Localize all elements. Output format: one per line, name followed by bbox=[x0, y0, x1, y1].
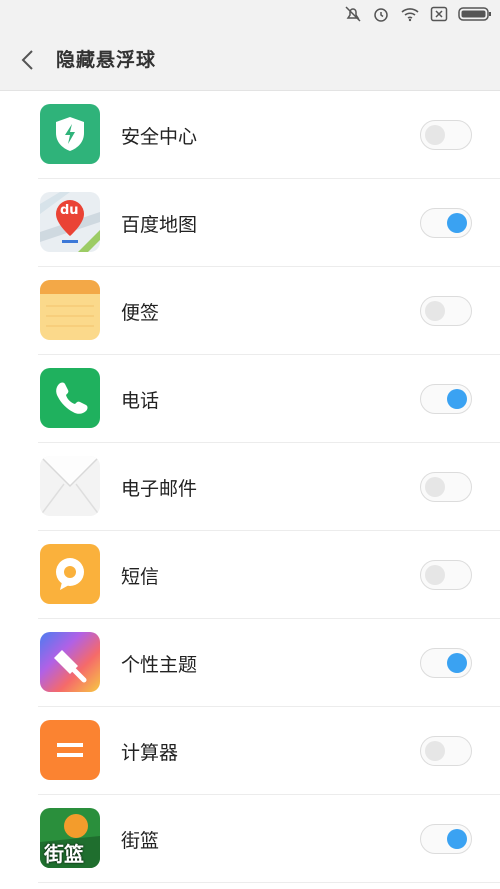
no-sim-icon bbox=[430, 6, 448, 22]
app-name: 安全中心 bbox=[121, 126, 198, 148]
toggle-switch[interactable] bbox=[420, 120, 472, 150]
app-name: 电话 bbox=[121, 390, 160, 412]
status-bar bbox=[0, 0, 500, 28]
list-item-notes: 便签 bbox=[0, 267, 500, 355]
battery-icon bbox=[458, 6, 492, 22]
alarm-icon bbox=[372, 5, 390, 23]
wifi-icon bbox=[400, 6, 420, 22]
status-icons bbox=[344, 4, 492, 24]
security-center-icon bbox=[40, 104, 100, 164]
calculator-icon bbox=[40, 720, 100, 780]
app-list: 安全中心 du 百度地图 便签 电话 电子邮件 短信 个性主题 计算器 街篮 街… bbox=[0, 91, 500, 883]
toggle-switch[interactable] bbox=[420, 296, 472, 326]
list-item-street-basketball: 街篮 街篮 bbox=[0, 795, 500, 883]
game-logo-text: 街篮 bbox=[44, 842, 84, 866]
toggle-switch[interactable] bbox=[420, 648, 472, 678]
list-item-security-center: 安全中心 bbox=[0, 91, 500, 179]
notes-icon bbox=[40, 280, 100, 340]
app-name: 短信 bbox=[121, 566, 160, 588]
toggle-switch[interactable] bbox=[420, 736, 472, 766]
toggle-switch[interactable] bbox=[420, 208, 472, 238]
baidu-map-icon: du bbox=[40, 192, 100, 252]
toggle-switch[interactable] bbox=[420, 384, 472, 414]
header: 隐藏悬浮球 bbox=[0, 28, 500, 91]
app-name: 个性主题 bbox=[121, 654, 198, 676]
app-name: 计算器 bbox=[121, 742, 179, 764]
street-basketball-icon: 街篮 bbox=[40, 808, 100, 868]
toggle-switch[interactable] bbox=[420, 824, 472, 854]
back-button[interactable] bbox=[14, 46, 42, 74]
app-name: 街篮 bbox=[121, 830, 160, 852]
app-name: 便签 bbox=[121, 302, 160, 324]
list-item-phone: 电话 bbox=[0, 355, 500, 443]
sms-icon bbox=[40, 544, 100, 604]
page-title: 隐藏悬浮球 bbox=[56, 49, 157, 71]
email-icon bbox=[40, 456, 100, 516]
list-item-email: 电子邮件 bbox=[0, 443, 500, 531]
mute-icon bbox=[344, 5, 362, 23]
list-item-themes: 个性主题 bbox=[0, 619, 500, 707]
list-item-baidu-map: du 百度地图 bbox=[0, 179, 500, 267]
phone-icon bbox=[40, 368, 100, 428]
list-item-sms: 短信 bbox=[0, 531, 500, 619]
list-item-calculator: 计算器 bbox=[0, 707, 500, 795]
toggle-switch[interactable] bbox=[420, 560, 472, 590]
app-name: 百度地图 bbox=[121, 214, 198, 236]
chevron-left-icon bbox=[21, 50, 33, 70]
app-name: 电子邮件 bbox=[121, 478, 198, 500]
themes-icon bbox=[40, 632, 100, 692]
baidu-logo-text: du bbox=[60, 203, 79, 218]
toggle-switch[interactable] bbox=[420, 472, 472, 502]
